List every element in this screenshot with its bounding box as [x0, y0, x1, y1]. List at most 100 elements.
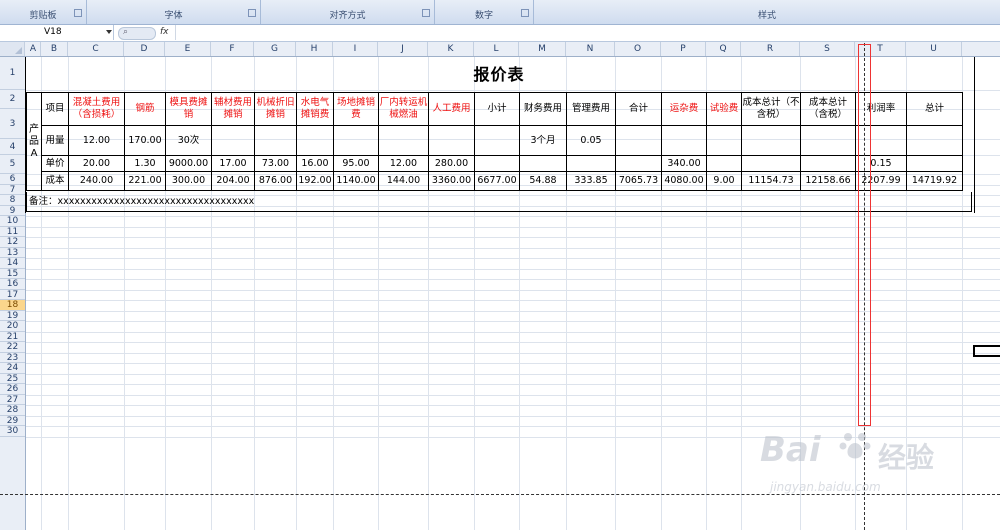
row-header-9[interactable]: 9 [0, 206, 25, 216]
header-cell[interactable]: 试验费 [706, 92, 742, 126]
header-cell[interactable]: 钢筋 [124, 92, 166, 126]
column-header-e[interactable]: E [165, 42, 211, 56]
value-cell[interactable] [254, 125, 297, 156]
name-box[interactable]: V18 [0, 25, 114, 40]
value-cell[interactable]: 54.88 [519, 171, 567, 191]
row-header-28[interactable]: 28 [0, 405, 25, 416]
column-header-a[interactable]: A [26, 42, 41, 56]
value-cell[interactable]: 6677.00 [474, 171, 520, 191]
value-cell[interactable]: 300.00 [165, 171, 212, 191]
value-cell[interactable] [661, 125, 707, 156]
row-header-19[interactable]: 19 [0, 311, 25, 321]
value-cell[interactable] [706, 125, 742, 156]
row-label-cell[interactable]: 用量 [41, 125, 69, 156]
value-cell[interactable]: 30次 [165, 125, 212, 156]
row-label-cell[interactable]: 单价 [41, 155, 69, 172]
value-cell[interactable]: 12.00 [378, 155, 429, 172]
row-header-14[interactable]: 14 [0, 258, 25, 269]
column-header-b[interactable]: B [41, 42, 68, 56]
row-header-3[interactable]: 3 [0, 109, 25, 139]
row-header-6[interactable]: 6 [0, 174, 25, 185]
column-header-p[interactable]: P [661, 42, 706, 56]
value-cell[interactable] [906, 125, 963, 156]
value-cell[interactable] [706, 155, 742, 172]
header-cell[interactable]: 模具费摊销 [165, 92, 212, 126]
value-cell[interactable]: 16.00 [296, 155, 334, 172]
insert-function-icon[interactable]: fx [160, 25, 169, 40]
row-header-21[interactable]: 21 [0, 332, 25, 342]
value-cell[interactable]: 12158.66 [800, 171, 856, 191]
value-cell[interactable]: 95.00 [333, 155, 379, 172]
header-cell[interactable]: 总计 [906, 92, 963, 126]
header-cell[interactable]: 辅材费用摊销 [211, 92, 255, 126]
row-label-cell[interactable]: 成本 [41, 171, 69, 191]
value-cell[interactable]: 17.00 [211, 155, 255, 172]
value-cell[interactable]: 3个月 [519, 125, 567, 156]
dialog-launcher-icon[interactable] [248, 9, 256, 17]
column-header-g[interactable]: G [254, 42, 296, 56]
column-header-u[interactable]: U [906, 42, 962, 56]
header-cell[interactable]: 运杂费 [661, 92, 707, 126]
row-header-25[interactable]: 25 [0, 374, 25, 384]
column-header-l[interactable]: L [474, 42, 519, 56]
dialog-launcher-icon[interactable] [521, 9, 529, 17]
row-header-12[interactable]: 12 [0, 237, 25, 248]
value-cell[interactable]: 12.00 [68, 125, 125, 156]
row-header-29[interactable]: 29 [0, 416, 25, 426]
value-cell[interactable] [519, 155, 567, 172]
value-cell[interactable]: 7065.73 [615, 171, 662, 191]
row-header-13[interactable]: 13 [0, 248, 25, 258]
product-label-cell[interactable]: 产品A [26, 92, 42, 191]
row-header-23[interactable]: 23 [0, 353, 25, 363]
column-header-h[interactable]: H [296, 42, 333, 56]
value-cell[interactable]: 4080.00 [661, 171, 707, 191]
column-header-q[interactable]: Q [706, 42, 741, 56]
value-cell[interactable]: 280.00 [428, 155, 475, 172]
column-header-m[interactable]: M [519, 42, 566, 56]
value-cell[interactable] [566, 155, 616, 172]
column-header-s[interactable]: S [800, 42, 855, 56]
value-cell[interactable] [474, 155, 520, 172]
row-header-27[interactable]: 27 [0, 395, 25, 405]
header-cell[interactable]: 场地摊销费 [333, 92, 379, 126]
select-all-corner[interactable] [0, 42, 25, 56]
row-header-11[interactable]: 11 [0, 227, 25, 237]
row-header-2[interactable]: 2 [0, 90, 25, 109]
ribbon-group-number[interactable]: 数字 [435, 0, 534, 24]
value-cell[interactable]: 240.00 [68, 171, 125, 191]
header-cell[interactable]: 混凝土费用（含损耗） [68, 92, 125, 126]
formula-input[interactable] [175, 25, 1000, 40]
column-header-c[interactable]: C [68, 42, 124, 56]
value-cell[interactable]: 221.00 [124, 171, 166, 191]
value-cell[interactable]: 9.00 [706, 171, 742, 191]
value-cell[interactable]: 340.00 [661, 155, 707, 172]
row-header-7[interactable]: 7 [0, 185, 25, 195]
column-header-f[interactable]: F [211, 42, 254, 56]
column-header-n[interactable]: N [566, 42, 615, 56]
value-cell[interactable] [378, 125, 429, 156]
row-header-15[interactable]: 15 [0, 269, 25, 279]
value-cell[interactable]: 333.85 [566, 171, 616, 191]
header-cell[interactable]: 合计 [615, 92, 662, 126]
value-cell[interactable]: 192.00 [296, 171, 334, 191]
column-header-j[interactable]: J [378, 42, 428, 56]
value-cell[interactable] [333, 125, 379, 156]
row-header-1[interactable]: 1 [0, 57, 25, 90]
ribbon-group-alignment[interactable]: 对齐方式 [261, 0, 435, 24]
value-cell[interactable]: 3360.00 [428, 171, 475, 191]
value-cell[interactable] [800, 155, 856, 172]
ribbon-group-font[interactable]: 字体 [87, 0, 261, 24]
value-cell[interactable]: 0.05 [566, 125, 616, 156]
formula-bar-expand-handle[interactable]: ⌕ [118, 27, 156, 40]
row-header-24[interactable]: 24 [0, 363, 25, 374]
chevron-down-icon[interactable] [106, 30, 112, 34]
value-cell[interactable] [296, 125, 334, 156]
value-cell[interactable] [615, 155, 662, 172]
header-cell[interactable]: 机械折旧摊销 [254, 92, 297, 126]
header-cell[interactable]: 成本总计（含税） [800, 92, 856, 126]
row-header-16[interactable]: 16 [0, 279, 25, 290]
row-header-20[interactable]: 20 [0, 321, 25, 332]
dialog-launcher-icon[interactable] [74, 9, 82, 17]
header-cell[interactable]: 厂内转运机械燃油 [378, 92, 429, 126]
sheet-title[interactable]: 报价表 [26, 58, 972, 92]
